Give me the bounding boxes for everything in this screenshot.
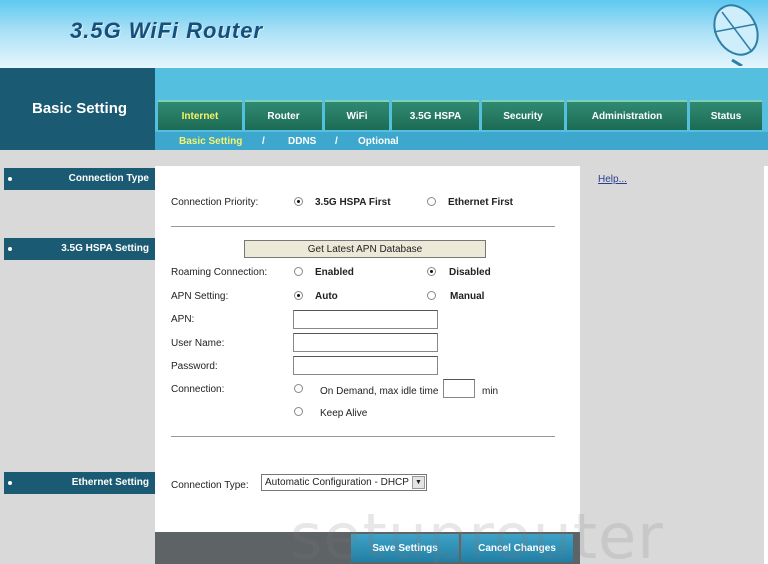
section-label: 3.5G HSPA Setting <box>61 243 149 254</box>
bullet-icon <box>8 247 12 251</box>
username-field[interactable] <box>293 333 438 352</box>
get-apn-database-button[interactable]: Get Latest APN Database <box>244 240 486 258</box>
roaming-disabled-radio[interactable] <box>427 267 436 276</box>
top-nav: Internet Router WiFi 3.5G HSPA Security … <box>155 68 768 150</box>
on-demand-label: On Demand, max idle time <box>320 386 439 397</box>
divider <box>171 436 555 437</box>
priority-ethernet-radio[interactable] <box>427 197 436 206</box>
apn-manual-radio[interactable] <box>427 291 436 300</box>
sidebar: Connection Type 3.5G HSPA Setting Ethern… <box>0 150 155 564</box>
divider <box>171 226 555 227</box>
page-title: Basic Setting <box>32 100 128 117</box>
save-settings-button[interactable]: Save Settings <box>351 534 459 562</box>
roaming-disabled-label: Disabled <box>449 267 491 278</box>
subnav-basic-setting[interactable]: Basic Setting <box>179 136 242 147</box>
tab-status[interactable]: Status <box>690 100 762 130</box>
section-connection-type: Connection Type <box>4 168 155 190</box>
priority-hspa-radio[interactable] <box>294 197 303 206</box>
apn-manual-label: Manual <box>450 291 485 302</box>
sub-nav: Basic Setting / DDNS / Optional <box>155 132 768 150</box>
password-field[interactable] <box>293 356 438 375</box>
idle-time-field[interactable] <box>443 379 475 398</box>
roaming-label: Roaming Connection: <box>171 267 268 278</box>
tab-administration[interactable]: Administration <box>567 100 687 130</box>
keep-alive-radio[interactable] <box>294 407 303 416</box>
subnav-ddns[interactable]: DDNS <box>288 136 316 147</box>
tab-security[interactable]: Security <box>482 100 564 130</box>
subnav-optional[interactable]: Optional <box>358 136 399 147</box>
tab-router[interactable]: Router <box>245 100 322 130</box>
header-banner: 3.5G WiFi Router <box>0 0 768 68</box>
apn-auto-radio[interactable] <box>294 291 303 300</box>
apn-label: APN: <box>171 314 195 325</box>
bullet-icon <box>8 481 12 485</box>
apn-field[interactable] <box>293 310 438 329</box>
tab-wifi[interactable]: WiFi <box>325 100 389 130</box>
connection-type-select[interactable]: Automatic Configuration - DHCP ▼ <box>261 474 427 491</box>
router-title: 3.5G WiFi Router <box>70 18 264 43</box>
help-panel: Help... <box>580 166 764 564</box>
section-ethernet-setting: Ethernet Setting <box>4 472 155 494</box>
section-label: Connection Type <box>68 173 149 184</box>
connection-type-label: Connection Type: <box>171 480 249 491</box>
chevron-down-icon[interactable]: ▼ <box>412 476 425 489</box>
connection-label: Connection: <box>171 384 225 395</box>
roaming-enabled-label: Enabled <box>315 267 354 278</box>
bullet-icon <box>8 177 12 181</box>
username-label: User Name: <box>171 338 225 349</box>
tab-hspa[interactable]: 3.5G HSPA <box>392 100 479 130</box>
tab-internet[interactable]: Internet <box>158 100 242 130</box>
action-bar: Save Settings Cancel Changes <box>155 532 580 564</box>
section-hspa-setting: 3.5G HSPA Setting <box>4 238 155 260</box>
cancel-changes-button[interactable]: Cancel Changes <box>461 534 573 562</box>
priority-ethernet-label: Ethernet First <box>448 197 514 208</box>
content-top-strip <box>155 150 768 166</box>
subnav-separator: / <box>335 136 338 147</box>
satellite-dish-icon <box>713 4 759 66</box>
priority-hspa-label: 3.5G HSPA First <box>315 197 391 208</box>
apn-setting-label: APN Setting: <box>171 291 229 302</box>
keep-alive-label: Keep Alive <box>320 408 368 419</box>
connection-priority-label: Connection Priority: <box>171 197 259 208</box>
section-pointer <box>155 166 163 186</box>
page-title-block: Basic Setting <box>0 68 155 150</box>
apn-auto-label: Auto <box>315 291 338 302</box>
section-label: Ethernet Setting <box>71 477 149 488</box>
on-demand-radio[interactable] <box>294 384 303 393</box>
idle-unit-label: min <box>482 386 499 397</box>
password-label: Password: <box>171 361 218 372</box>
tab-bar: Internet Router WiFi 3.5G HSPA Security … <box>158 100 765 130</box>
roaming-enabled-radio[interactable] <box>294 267 303 276</box>
help-link[interactable]: Help... <box>598 174 627 185</box>
connection-type-value: Automatic Configuration - DHCP <box>265 477 409 488</box>
subnav-separator: / <box>262 136 265 147</box>
main-content: Connection Priority: 3.5G HSPA First Eth… <box>155 166 580 532</box>
